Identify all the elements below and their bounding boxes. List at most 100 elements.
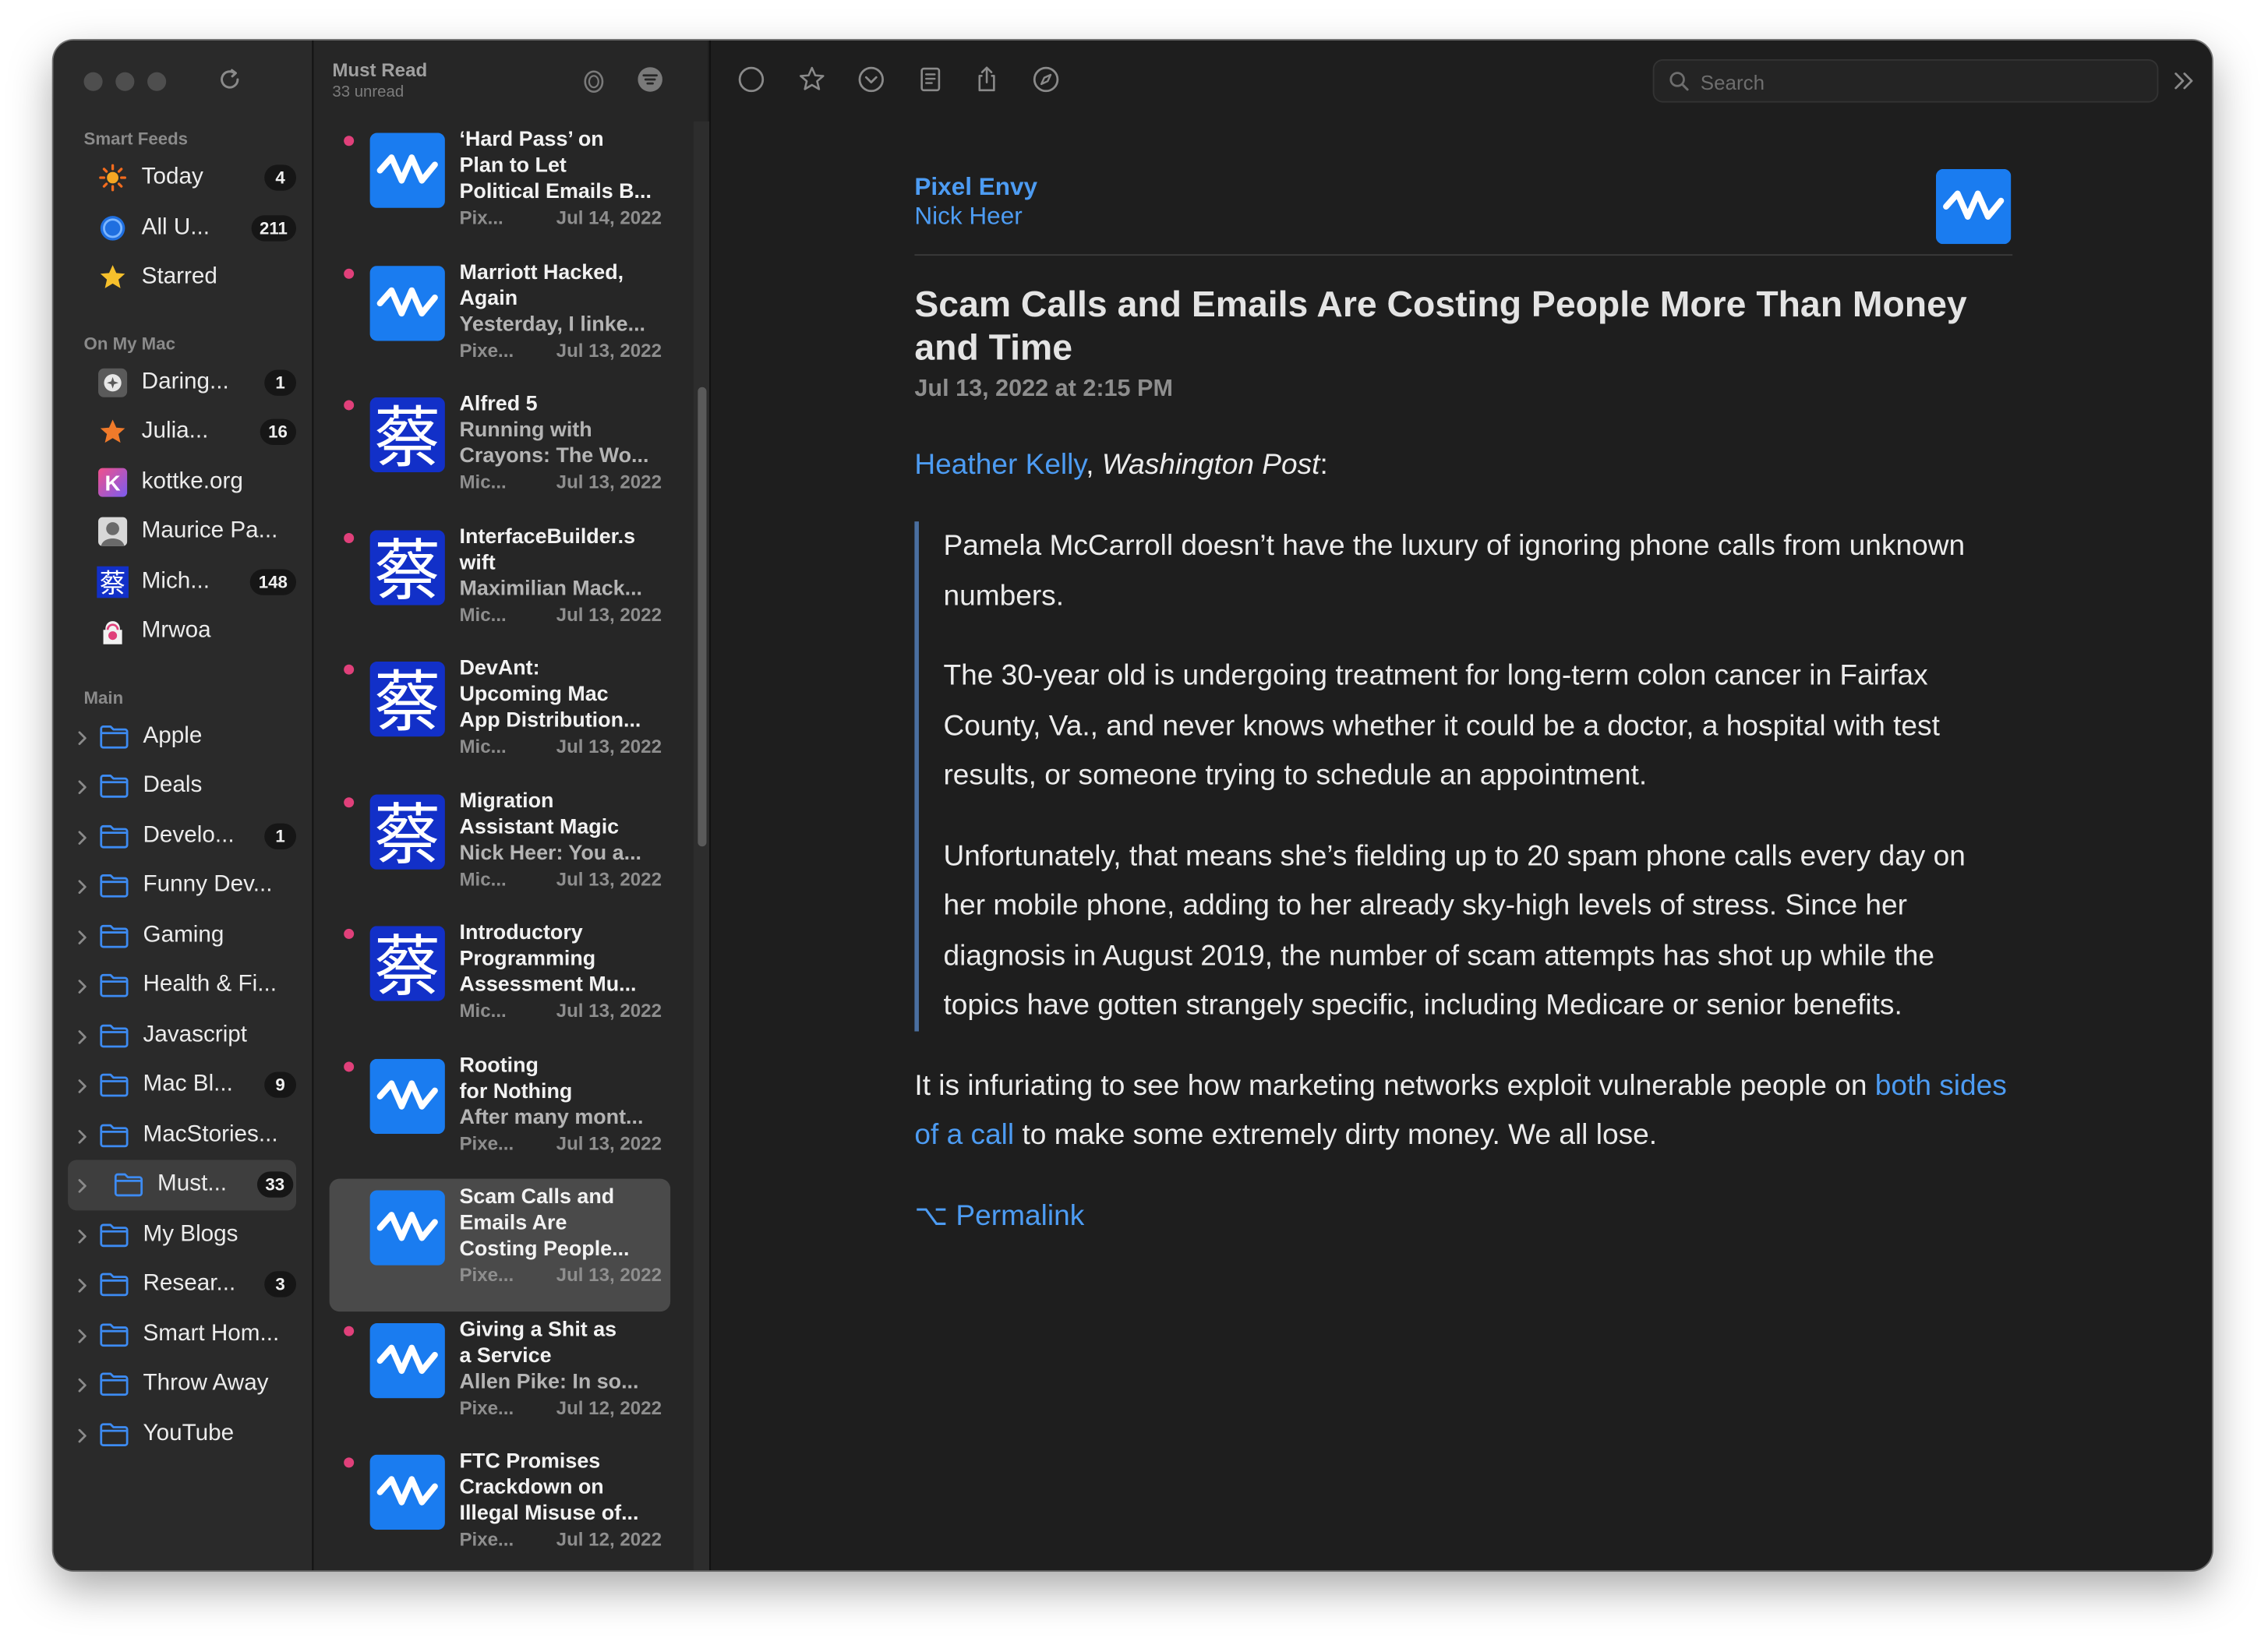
kanji-icon: 蔡 — [97, 566, 129, 598]
article-row-snippet: Nick Heer: You a... — [459, 842, 642, 866]
kottke-icon: K — [97, 466, 129, 498]
sidebar-item-julia[interactable]: Julia... 16 — [54, 408, 313, 457]
sidebar-item-health-fi[interactable]: Health & Fi... — [54, 961, 313, 1011]
list-scrollbar[interactable] — [693, 121, 710, 1570]
pixel-envy-icon — [369, 265, 445, 341]
search-icon — [1669, 72, 1689, 91]
sidebar-item-resear[interactable]: Resear... 3 — [54, 1259, 313, 1309]
chevron-right-icon[interactable] — [75, 827, 90, 845]
article-row-snippet: Crayons: The Wo... — [459, 445, 649, 469]
folder-icon — [98, 920, 130, 951]
reader-view-icon[interactable] — [916, 65, 945, 94]
chevron-right-icon[interactable] — [75, 1126, 90, 1143]
article-row[interactable]: 蔡 Introductory Programming Assessment Mu...… — [330, 914, 670, 1047]
quote-paragraph: Unfortunately, that means she’s fielding… — [943, 839, 1966, 1022]
article-row[interactable]: Scam Calls and Emails Are Costing People..… — [329, 1178, 671, 1311]
sidebar-item-apple[interactable]: Apple — [54, 711, 313, 761]
article-row[interactable]: Giving a Shit as a Service Allen Pike: In … — [330, 1311, 670, 1443]
share-icon[interactable] — [973, 65, 1002, 94]
pixel-envy-icon — [369, 1322, 445, 1398]
article-row-title: DevAnt: Upcoming Mac App Distribution... — [459, 656, 662, 735]
sidebar-item-kottke-org[interactable]: Kkottke.org — [54, 457, 313, 507]
sidebar-item-deals[interactable]: Deals — [54, 761, 313, 811]
chevron-right-icon[interactable] — [75, 1076, 90, 1093]
zoom-window-button[interactable] — [147, 72, 167, 91]
chevron-right-icon[interactable] — [75, 1375, 90, 1393]
refresh-icon[interactable] — [215, 65, 244, 94]
filter-icon[interactable] — [636, 65, 665, 94]
sidebar-item-all-u[interactable]: All U... 211 — [54, 203, 313, 252]
chevron-right-icon[interactable] — [75, 1026, 90, 1043]
unread-badge: 16 — [259, 418, 297, 445]
article-row[interactable]: Rooting for Nothing After many mont... Pixe… — [330, 1047, 670, 1179]
sidebar-item-throw-away[interactable]: Throw Away — [54, 1359, 313, 1409]
chevron-right-icon[interactable] — [75, 877, 90, 894]
article-row[interactable]: 蔡 DevAnt: Upcoming Mac App Distribution... M… — [330, 650, 670, 782]
toolbar-overflow-icon[interactable] — [2171, 68, 2197, 94]
article-row[interactable]: Marriott Hacked, Again Yesterday, I linke.… — [330, 253, 670, 386]
sidebar-item-mich[interactable]: 蔡 Mich... 148 — [54, 557, 313, 607]
permalink-link[interactable]: ⌥ Permalink — [914, 1191, 2012, 1240]
article-row[interactable]: 蔡 Migration Assistant Magic Nick Heer: You … — [330, 782, 670, 915]
sidebar-item-daring[interactable]: Daring... 1 — [54, 358, 313, 408]
chevron-right-icon[interactable] — [75, 1326, 90, 1343]
search-input[interactable] — [1700, 66, 2134, 99]
sidebar-item-today[interactable]: Today 4 — [54, 153, 313, 203]
article-row-title-line: Rooting — [459, 1054, 539, 1077]
next-unread-icon[interactable] — [857, 65, 885, 94]
sidebar-item-my-blogs[interactable]: My Blogs — [54, 1209, 313, 1259]
sidebar-item-label: Deals — [143, 773, 203, 798]
chevron-right-icon[interactable] — [75, 1226, 90, 1243]
article-row[interactable]: FTC Promises Crackdown on Illegal Misuse o… — [330, 1443, 670, 1570]
search-field[interactable] — [1652, 59, 2159, 103]
sidebar-item-starred[interactable]: Starred — [54, 252, 313, 302]
article-row-date: Jul 13, 2022 — [556, 735, 662, 757]
sidebar-item-smart-hom[interactable]: Smart Hom... — [54, 1309, 313, 1359]
folder-icon — [98, 1319, 130, 1350]
sidebar-item-javascript[interactable]: Javascript — [54, 1011, 313, 1061]
article-row-title-line: Plan to Let — [459, 154, 567, 178]
sidebar-item-must[interactable]: Must... 33 — [68, 1160, 297, 1210]
byline-separator: , — [1086, 449, 1102, 482]
blockquote: Pamela McCarroll doesn’t have the luxury… — [914, 521, 2012, 1031]
sidebar-item-maurice-pa[interactable]: Maurice Pa... — [54, 507, 313, 557]
sidebar-item-develo[interactable]: Develo... 1 — [54, 811, 313, 861]
chevron-right-icon[interactable] — [75, 1176, 90, 1193]
chevron-right-icon[interactable] — [75, 976, 90, 994]
folder-icon — [98, 969, 130, 1001]
sidebar-item-label: Apple — [143, 723, 203, 748]
article-row[interactable]: 蔡 Alfred 5 Running with Crayons: The Wo... M… — [330, 386, 670, 518]
svg-text:蔡: 蔡 — [374, 796, 440, 869]
sidebar-item-label: Daring... — [141, 369, 229, 394]
chevron-right-icon[interactable] — [75, 1425, 90, 1442]
author-name[interactable]: Nick Heer — [914, 203, 2012, 231]
feed-name-link[interactable]: Pixel Envy — [914, 173, 2012, 202]
article-row[interactable]: 蔡 InterfaceBuilder.s wift Maximilian Mack..… — [330, 518, 670, 651]
unread-dot — [344, 267, 355, 278]
sidebar-item-gaming[interactable]: Gaming — [54, 911, 313, 961]
folder-icon — [98, 1269, 130, 1301]
sidebar-item-funny-dev[interactable]: Funny Dev... — [54, 861, 313, 911]
chevron-right-icon[interactable] — [75, 727, 90, 745]
author-link[interactable]: Heather Kelly — [914, 450, 1086, 482]
star-icon[interactable] — [797, 65, 826, 94]
close-window-button[interactable] — [83, 72, 103, 91]
article-row[interactable]: ‘Hard Pass’ on Plan to Let Political Email… — [330, 122, 670, 254]
article-row-source: Pixe... — [459, 1131, 514, 1154]
sidebar-item-macstories[interactable]: MacStories... — [54, 1110, 313, 1160]
mark-all-read-icon[interactable] — [579, 65, 608, 94]
svg-text:K: K — [105, 471, 121, 495]
chevron-right-icon[interactable] — [75, 1276, 90, 1293]
minimize-window-button[interactable] — [115, 72, 135, 91]
chevron-right-icon[interactable] — [75, 777, 90, 795]
open-in-browser-icon[interactable] — [1032, 65, 1061, 94]
sidebar-item-mac-bl[interactable]: Mac Bl... 9 — [54, 1061, 313, 1110]
publication-name: Washington Post — [1101, 449, 1320, 482]
article-row-meta: Mic... Jul 13, 2022 — [459, 603, 662, 625]
unread-dot — [344, 928, 355, 939]
sidebar-item-label: YouTube — [143, 1421, 235, 1446]
chevron-right-icon[interactable] — [75, 927, 90, 944]
sidebar-item-mrwoa[interactable]: Mrwoa — [54, 607, 313, 657]
mark-read-icon[interactable] — [737, 65, 765, 94]
sidebar-item-youtube[interactable]: YouTube — [54, 1409, 313, 1459]
